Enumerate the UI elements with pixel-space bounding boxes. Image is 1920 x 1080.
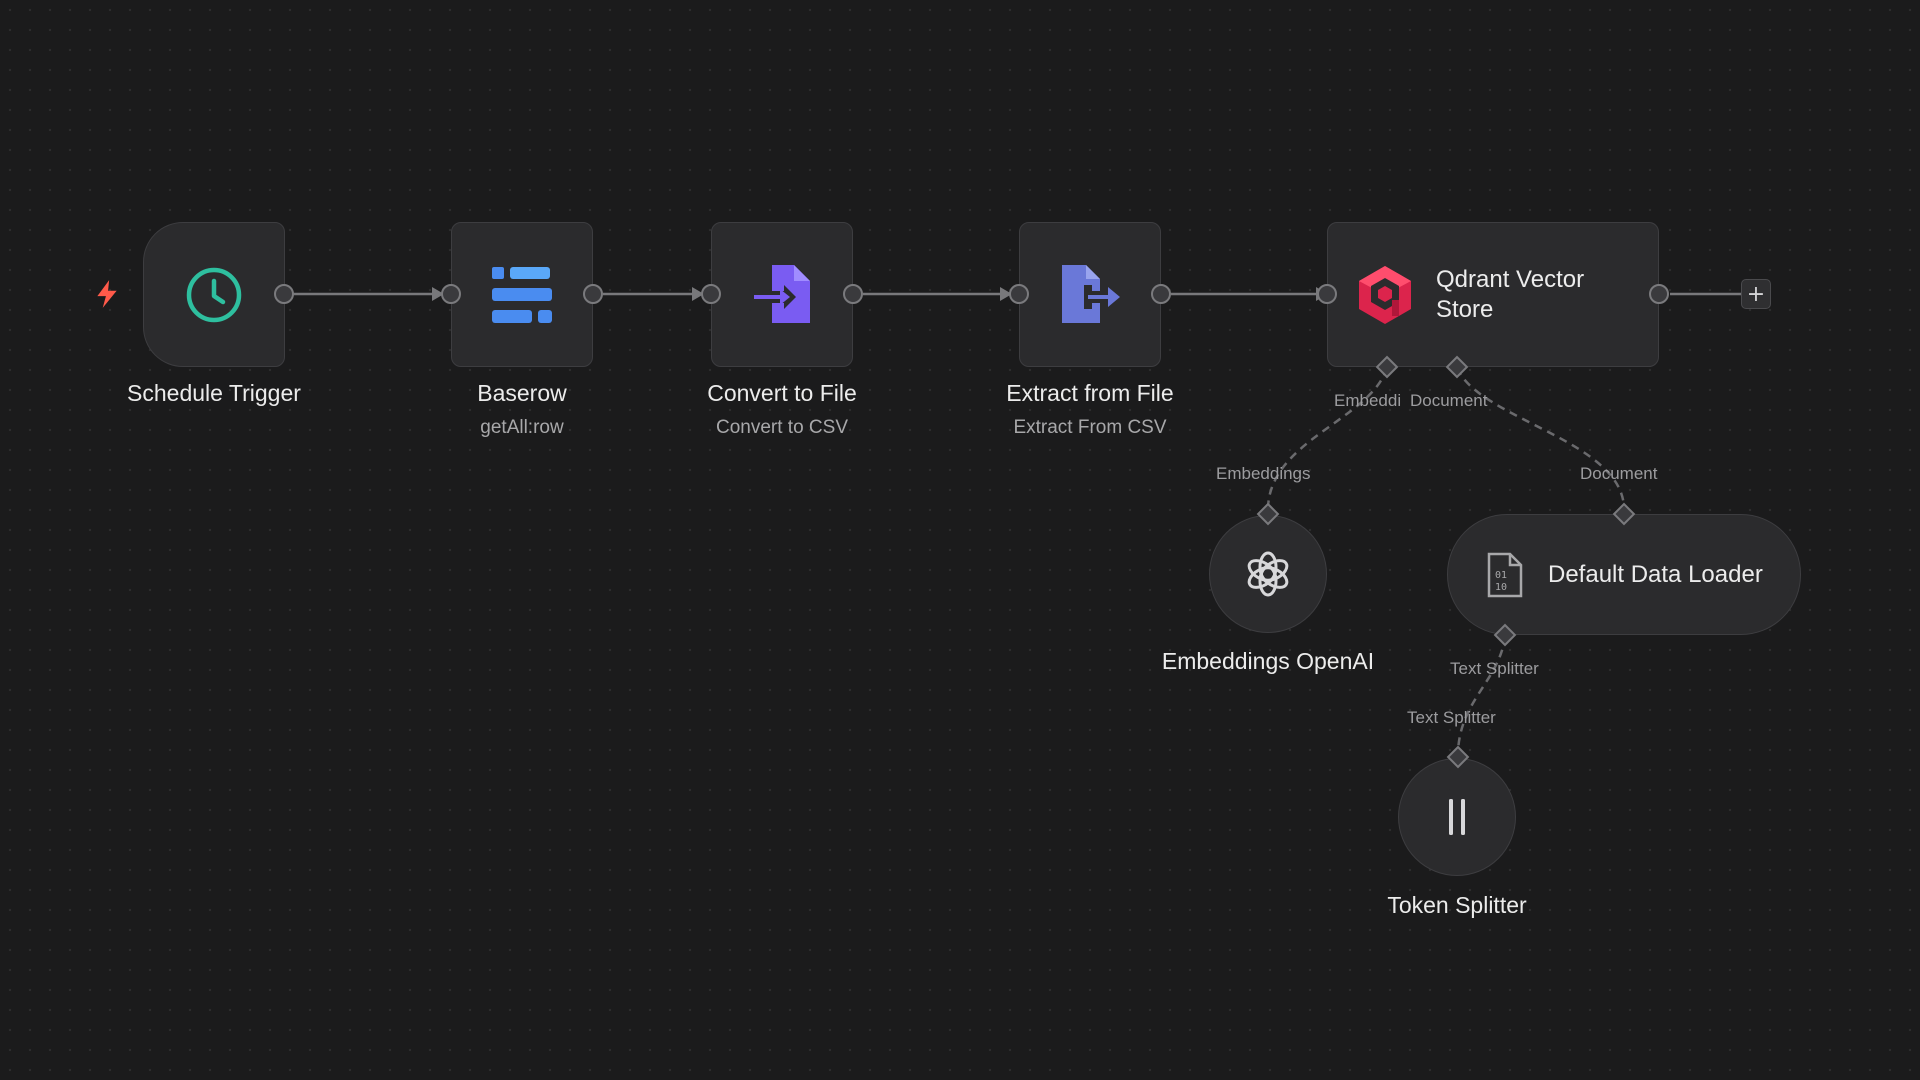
node-token-splitter[interactable] [1398,758,1516,876]
lightning-icon [97,280,117,308]
input-port[interactable] [1317,284,1337,304]
node-subtitle: Convert to CSV [716,417,848,438]
input-port[interactable] [1009,284,1029,304]
file-export-icon [1062,264,1120,323]
pause-bars-icon [1449,799,1465,835]
file-import-icon [754,264,810,323]
binary-file-icon: 01 10 [1487,552,1523,597]
node-title: Convert to File [707,380,857,406]
node-convert-to-file[interactable] [711,222,853,367]
connection-loader-splitter [1456,635,1507,753]
qdrant-icon [1359,265,1411,324]
node-subtitle: Extract From CSV [1013,417,1167,438]
connection-label: Document [1410,391,1488,410]
connection-label: Embeddi [1334,391,1402,410]
node-title: Extract from File [1006,380,1174,406]
clock-icon [186,267,242,322]
connection-label: Text Splitter [1407,708,1496,727]
node-title: Embeddings OpenAI [1161,648,1375,674]
openai-icon [1247,551,1289,597]
node-qdrant-vector-store[interactable]: Qdrant Vector Store [1327,222,1659,367]
node-schedule-trigger[interactable] [143,222,285,367]
node-default-data-loader[interactable]: 01 10 Default Data Loader [1447,514,1801,635]
output-port[interactable] [843,284,863,304]
connection-label: Text Splitter [1450,659,1539,678]
svg-text:10: 10 [1495,582,1507,593]
node-baserow[interactable] [451,222,593,367]
svg-text:01: 01 [1495,570,1507,581]
output-port[interactable] [1649,284,1669,304]
node-extract-from-file[interactable] [1019,222,1161,367]
node-title: Qdrant Vector Store [1436,265,1585,323]
baserow-icon [492,266,552,323]
output-port[interactable] [274,284,294,304]
input-port[interactable] [701,284,721,304]
node-title: Token Splitter [1387,892,1527,918]
connection-label: Document [1580,464,1658,483]
output-port[interactable] [583,284,603,304]
workflow-canvas[interactable]: Schedule Trigger Baserow getAll:row Conv… [0,0,1920,1080]
node-title: Default Data Loader [1548,560,1763,588]
connection-qdrant-loader [1455,367,1626,509]
connection-label: Embeddings [1216,464,1311,483]
add-node-button[interactable]: + [1741,279,1771,309]
node-title: Schedule Trigger [127,380,301,406]
input-port[interactable] [441,284,461,304]
connection-qdrant-embeddings [1266,367,1389,509]
output-port[interactable] [1151,284,1171,304]
node-embeddings-openai[interactable] [1209,515,1327,633]
